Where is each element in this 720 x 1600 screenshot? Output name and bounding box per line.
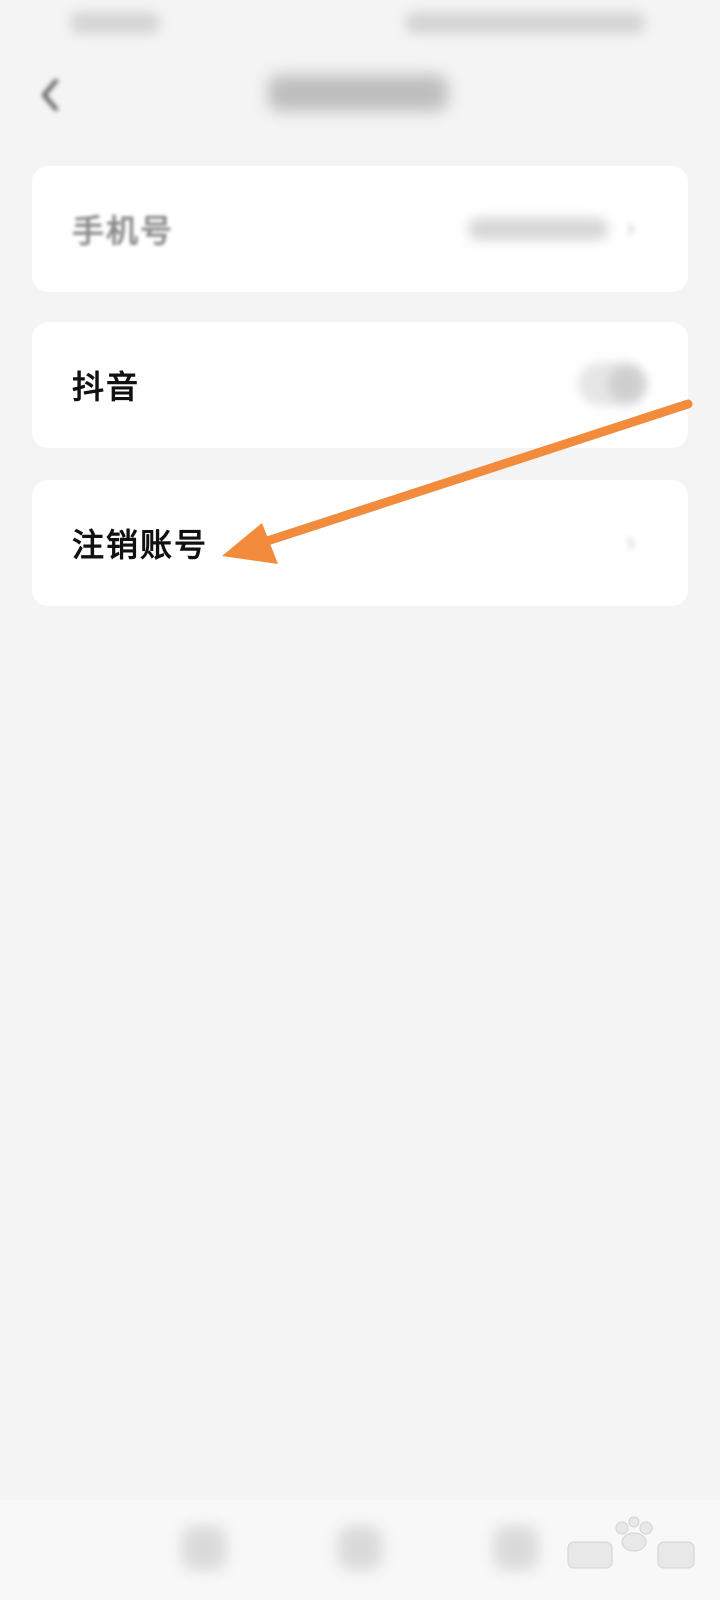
delete-account-label: 注销账号	[72, 526, 209, 564]
phone-row-label: 手机号	[72, 212, 175, 250]
status-bar	[0, 0, 720, 50]
delete-account-row[interactable]: 注销账号 ›	[32, 480, 688, 606]
back-button[interactable]	[30, 70, 70, 120]
status-icons-blur	[405, 12, 645, 34]
phone-value-blur	[468, 218, 608, 240]
phone-row[interactable]: 手机号 ›	[32, 166, 688, 292]
back-arrow-icon	[42, 79, 58, 111]
bottom-tab-1[interactable]	[182, 1526, 226, 1570]
chevron-right-icon: ›	[625, 525, 637, 560]
bottom-tab-3[interactable]	[494, 1526, 538, 1570]
status-time-blur	[70, 12, 160, 34]
bottom-tab-2[interactable]	[338, 1526, 382, 1570]
page-title-blur	[268, 75, 448, 111]
nav-bar	[0, 50, 720, 140]
toggle-knob	[608, 366, 644, 402]
chevron-right-icon: ›	[625, 211, 637, 246]
bottom-navigation	[0, 1500, 720, 1600]
douyin-row[interactable]: 抖音	[32, 322, 688, 448]
douyin-row-label: 抖音	[72, 368, 141, 406]
